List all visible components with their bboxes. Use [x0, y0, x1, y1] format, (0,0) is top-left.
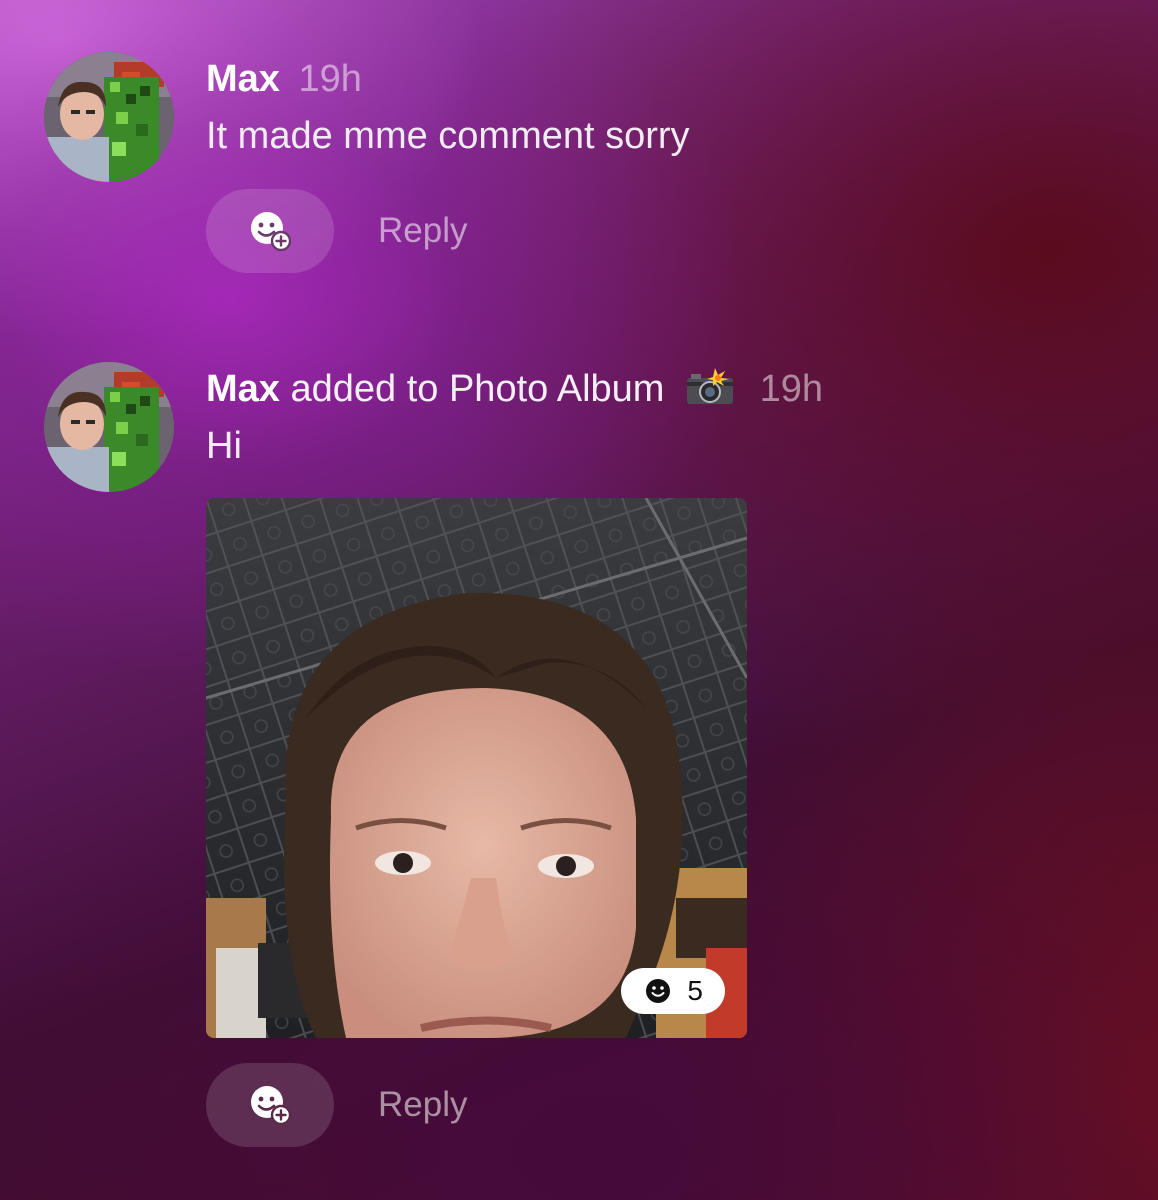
- post-time: 19h: [759, 368, 823, 410]
- avatar[interactable]: [44, 362, 174, 492]
- post-caption: Hi: [206, 425, 242, 467]
- avatar[interactable]: [44, 52, 174, 182]
- smiley-icon: [646, 979, 671, 1003]
- post-actions: Reply: [206, 188, 467, 274]
- camera-flash-emoji-icon: [687, 368, 733, 404]
- post-header: Max 19h: [206, 56, 362, 102]
- post-actions: Reply: [206, 1062, 467, 1148]
- photo-reaction-badge[interactable]: 5: [621, 968, 725, 1014]
- post-header: Max added to Photo Album 19h: [206, 366, 823, 412]
- reply-button[interactable]: Reply: [378, 211, 467, 251]
- selfie-photo-image: [206, 498, 747, 1038]
- album-photo[interactable]: 5: [206, 498, 747, 1038]
- add-reaction-button[interactable]: [206, 1063, 334, 1147]
- add-reaction-icon: [251, 1086, 292, 1126]
- reply-button[interactable]: Reply: [378, 1085, 467, 1125]
- post-action-text[interactable]: added to Photo Album: [290, 368, 664, 410]
- author-name[interactable]: Max: [206, 58, 280, 100]
- add-reaction-button[interactable]: [206, 189, 334, 273]
- add-reaction-icon: [251, 212, 292, 252]
- profile-avatar-image: [44, 362, 174, 492]
- author-name[interactable]: Max: [206, 368, 280, 410]
- reaction-count: 5: [687, 975, 703, 1006]
- profile-avatar-image: [44, 52, 174, 182]
- comment-text: It made mme comment sorry: [206, 115, 690, 157]
- post-time: 19h: [298, 58, 362, 100]
